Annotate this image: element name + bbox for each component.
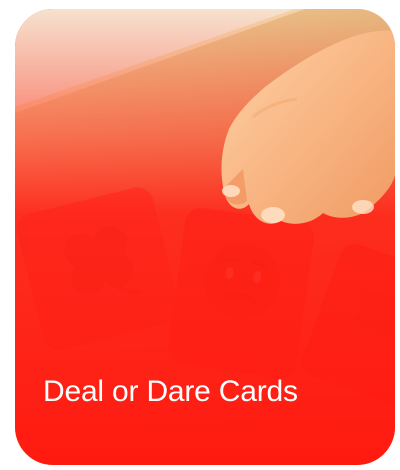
game-card[interactable]: Deal or Dare Cards — [15, 9, 395, 465]
card-title: Deal or Dare Cards — [43, 375, 298, 408]
